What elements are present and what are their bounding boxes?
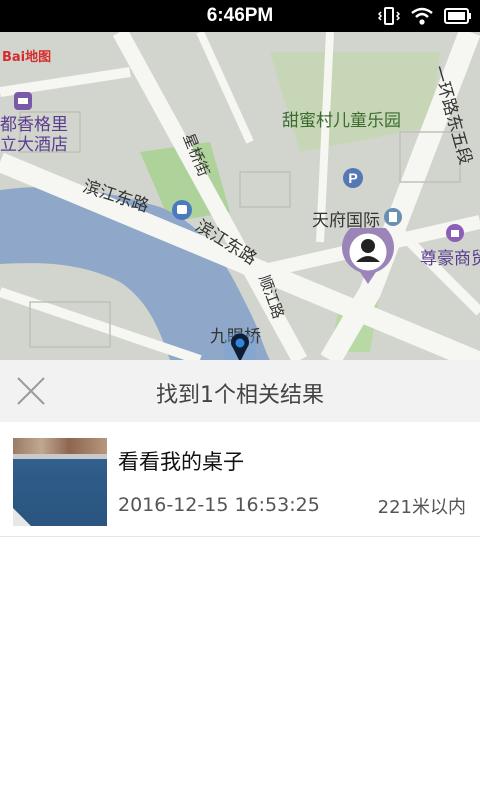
results-title: 找到1个相关结果 (156, 383, 324, 408)
result-thumbnail (13, 438, 107, 526)
map-view[interactable]: Bai地图 都香格里 立大酒店 甜蜜村儿童乐园 滨江东路 滨江东路 星桥街 天府… (0, 32, 480, 360)
result-list-item[interactable]: 看看我的桌子 2016-12-15 16:53:25 221米以内 (0, 422, 480, 537)
map-label-hotel-2: 立大酒店 (0, 135, 68, 155)
parking-poi-icon[interactable]: P (343, 168, 363, 192)
hotel-poi-icon[interactable] (14, 92, 32, 114)
map-background (0, 32, 480, 360)
shop-poi-icon[interactable] (446, 224, 464, 246)
result-distance: 221米以内 (377, 497, 466, 518)
status-icons (377, 6, 472, 30)
location-marker-icon[interactable] (218, 328, 262, 360)
map-label-zunhao: 尊豪商贸 (420, 249, 480, 269)
user-marker-icon[interactable] (340, 221, 396, 290)
map-label-park: 甜蜜村儿童乐园 (282, 111, 401, 131)
status-bar: 6:46PM (0, 0, 480, 32)
result-timestamp: 2016-12-15 16:53:25 (118, 494, 320, 516)
bus-poi-icon[interactable] (172, 200, 192, 224)
results-header: 找到1个相关结果 (0, 360, 480, 422)
wifi-icon (410, 6, 434, 30)
battery-icon (444, 6, 472, 30)
vibrate-icon (377, 6, 401, 30)
building-poi-icon[interactable] (384, 208, 402, 230)
svg-text:P: P (348, 170, 357, 186)
baidu-map-logo: Bai地图 (2, 50, 52, 65)
result-title: 看看我的桌子 (118, 450, 244, 474)
